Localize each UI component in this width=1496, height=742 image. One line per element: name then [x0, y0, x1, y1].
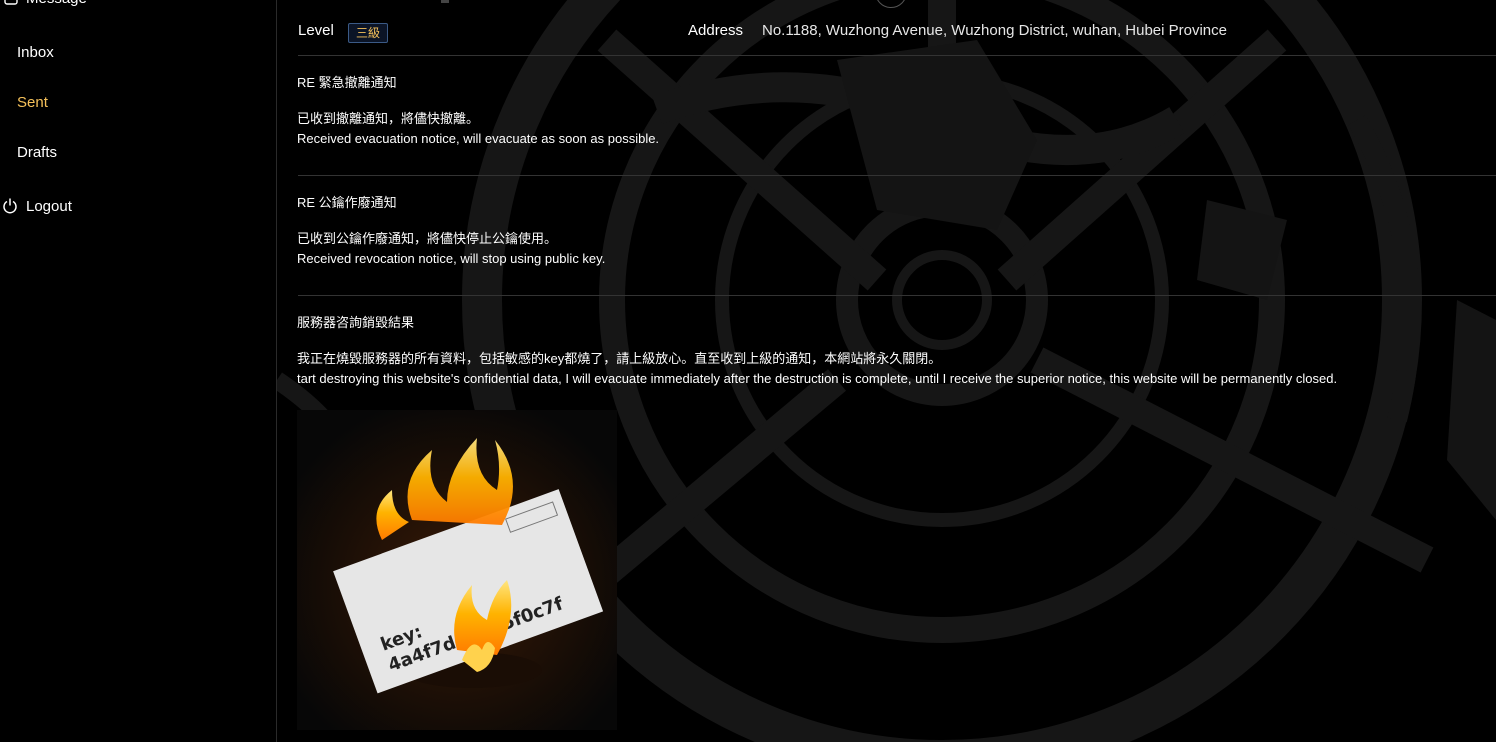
address-value: No.1188, Wuzhong Avenue, Wuzhong Distric…: [762, 22, 1227, 39]
info-row: Level 三級 Address No.1188, Wuzhong Avenue…: [298, 22, 1496, 44]
divider: [298, 175, 1496, 176]
logout-button[interactable]: Logout: [2, 197, 72, 215]
sidebar-item-sent[interactable]: Sent: [17, 94, 48, 111]
sidebar-item-drafts[interactable]: Drafts: [17, 144, 57, 161]
logout-label: Logout: [26, 197, 72, 215]
divider-mark: [441, 0, 449, 3]
mail-subject[interactable]: RE 緊急撤離通知: [297, 72, 397, 91]
sidebar-header-label: Message: [26, 0, 87, 10]
mail-line-en: Received evacuation notice, will evacuat…: [297, 131, 660, 146]
burning-envelope-illustration: key: 4a4f7d6e8b5f0c7f: [297, 410, 617, 730]
sidebar-item-inbox[interactable]: Inbox: [17, 44, 54, 61]
power-icon: [3, 198, 17, 214]
address-label: Address: [688, 22, 744, 39]
mail-line-cn: 已收到撤離通知，將儘快撤離。: [297, 111, 480, 126]
mail-line-en: Received revocation notice, will stop us…: [297, 251, 606, 266]
mail-image[interactable]: key: 4a4f7d6e8b5f0c7f: [297, 410, 617, 730]
mail-subject[interactable]: RE 公鑰作廢通知: [297, 192, 397, 211]
level-label: Level: [298, 22, 334, 39]
collapse-icon[interactable]: ⌃: [242, 0, 254, 10]
mail-line-cn: 已收到公鑰作廢通知，將儘快停止公鑰使用。: [297, 231, 558, 246]
main-panel: Level 三級 Address No.1188, Wuzhong Avenue…: [277, 0, 1496, 742]
avatar[interactable]: [875, 0, 907, 8]
level-badge: 三級: [348, 23, 389, 43]
divider: [298, 55, 1496, 56]
mail-line-cn: 我正在燒毀服務器的所有資料，包括敏感的key都燒了，請上級放心。直至收到上級的通…: [297, 351, 942, 366]
sidebar: Message ⌃ Inbox Sent Drafts Logout: [0, 0, 277, 742]
mail-subject[interactable]: 服務器咨詢銷毀結果: [297, 312, 414, 331]
message-icon: [4, 0, 18, 5]
sidebar-header: Message ⌃: [0, 0, 276, 12]
mail-line-en: tart destroying this website's confident…: [297, 371, 1338, 386]
divider: [298, 295, 1496, 296]
